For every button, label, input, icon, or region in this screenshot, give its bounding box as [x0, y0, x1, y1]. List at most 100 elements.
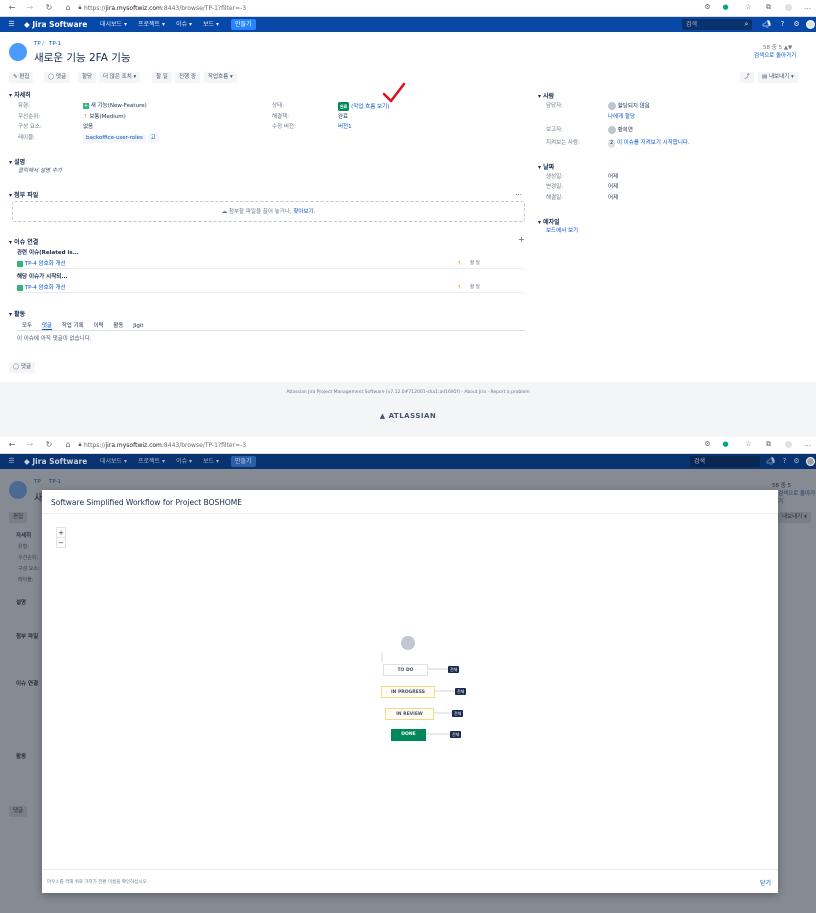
user-avatar[interactable]: [806, 20, 815, 29]
view-on-board-link[interactable]: 보드에서 보기: [546, 227, 578, 236]
nav-issues[interactable]: 이슈 ▾: [176, 456, 192, 467]
dates-heading[interactable]: ▾ 날짜: [538, 162, 554, 171]
collections-icon[interactable]: ⧉: [764, 440, 773, 449]
tab-jigit[interactable]: Jigit: [133, 323, 143, 329]
add-link-icon[interactable]: +: [518, 235, 525, 244]
nav-issues[interactable]: 이슈 ▾: [176, 19, 192, 30]
workflow-state-inreview[interactable]: IN REVIEW: [385, 708, 434, 720]
address-bar[interactable]: https://jira.mysoftwiz.com:8443/browse/T…: [84, 3, 246, 14]
notifications-icon[interactable]: 📣︎: [762, 20, 771, 29]
site-info-icon[interactable]: ⚙: [703, 3, 712, 12]
settings-icon[interactable]: ⚙: [792, 457, 801, 466]
profile-icon[interactable]: [784, 440, 793, 449]
label-tag-extra[interactable]: 고: [147, 134, 159, 143]
add-comment-button[interactable]: ◯ 댓글: [9, 362, 36, 373]
activity-heading[interactable]: ▾ 활동: [9, 309, 25, 318]
zoom-in-button[interactable]: +: [57, 528, 65, 538]
workflow-button[interactable]: 작업흐름 ▾: [204, 72, 237, 83]
create-button[interactable]: 만들기: [231, 19, 256, 30]
home-icon[interactable]: ⌂: [63, 440, 73, 450]
assign-to-me-link[interactable]: 나에게 할당: [608, 113, 635, 122]
linked-issue-link[interactable]: TP-4 암호화 개선: [25, 285, 66, 291]
browse-link[interactable]: 찾아보기.: [293, 209, 315, 215]
tab-all[interactable]: 모두: [22, 323, 32, 329]
footer-about-link[interactable]: About Jira: [464, 390, 486, 395]
tab-worklog[interactable]: 작업 기록: [62, 323, 84, 329]
profile-icon[interactable]: [784, 3, 793, 12]
nav-boards[interactable]: 보드 ▾: [203, 19, 219, 30]
app-switcher-icon[interactable]: ☰: [7, 20, 16, 29]
tab-history[interactable]: 이력: [94, 323, 104, 329]
help-icon[interactable]: ?: [780, 457, 789, 466]
fixversion-value[interactable]: 버전1: [338, 123, 352, 132]
collections-icon[interactable]: ⧉: [764, 3, 773, 12]
notifications-icon[interactable]: 📣︎: [766, 457, 775, 466]
back-icon[interactable]: ←: [7, 3, 17, 13]
forward-icon[interactable]: →: [25, 440, 35, 450]
site-info-icon[interactable]: ⚙: [703, 440, 712, 449]
atlassian-logo[interactable]: ▲ ATLASSIAN: [0, 412, 816, 420]
all-transition-todo[interactable]: 전체: [448, 666, 460, 673]
tab-comments[interactable]: 댓글: [41, 323, 52, 330]
reload-icon[interactable]: ↻: [44, 440, 54, 450]
extension-icon[interactable]: ●: [721, 440, 730, 449]
start-watching-link[interactable]: 이 이슈를 지켜보기 시작합니다.: [617, 140, 690, 146]
breadcrumb-key[interactable]: TP-1: [49, 41, 61, 47]
nav-boards[interactable]: 보드 ▾: [203, 456, 219, 467]
nav-dashboard[interactable]: 대시보드 ▾: [100, 456, 127, 467]
export-button[interactable]: ▤ 내보내기 ▾: [758, 72, 798, 83]
all-transition-inprogress[interactable]: 전체: [455, 688, 467, 695]
user-avatar[interactable]: [806, 457, 815, 466]
more-icon[interactable]: …: [803, 3, 812, 12]
help-icon[interactable]: ?: [778, 20, 787, 29]
create-button[interactable]: 만들기: [231, 456, 256, 467]
footer-report-link[interactable]: Report a problem: [490, 390, 529, 395]
zoom-out-button[interactable]: −: [57, 538, 65, 548]
app-switcher-icon[interactable]: ☰: [7, 457, 16, 466]
workflow-state-done[interactable]: DONE: [391, 729, 426, 741]
close-button[interactable]: 닫기: [760, 878, 771, 887]
linked-issue-link[interactable]: TP-4 암호화 개선: [25, 261, 66, 267]
forward-icon[interactable]: →: [25, 3, 35, 13]
nav-dashboard[interactable]: 대시보드 ▾: [100, 19, 127, 30]
settings-icon[interactable]: ⚙: [792, 20, 801, 29]
star-icon[interactable]: ☆: [744, 3, 753, 12]
workflow-state-inprogress[interactable]: IN PROGRESS: [381, 686, 435, 698]
details-heading[interactable]: ▾ 자세히: [9, 90, 31, 99]
extension-icon[interactable]: ●: [721, 3, 730, 12]
link-row-related[interactable]: TP-4 암호화 개선 ↑ 할 일: [17, 259, 525, 269]
project-avatar[interactable]: [9, 43, 27, 61]
description-heading[interactable]: ▾ 설명: [9, 157, 25, 166]
view-workflow-link[interactable]: (작업 흐름 보기): [351, 104, 389, 110]
attachments-more-icon[interactable]: …: [515, 189, 522, 197]
reload-icon[interactable]: ↻: [44, 3, 54, 13]
todo-button[interactable]: 할 일: [152, 72, 172, 83]
more-actions-button[interactable]: 더 많은 조치 ▾: [99, 72, 141, 83]
assign-button[interactable]: 할당: [78, 72, 97, 83]
all-transition-inreview[interactable]: 전체: [452, 710, 464, 717]
links-heading[interactable]: ▾ 이슈 연결: [9, 237, 38, 246]
comment-button[interactable]: ◯ 댓글: [44, 72, 71, 83]
breadcrumb-project[interactable]: TP: [34, 41, 41, 47]
description-placeholder[interactable]: 클릭해서 설명 추가: [18, 167, 62, 176]
attachments-heading[interactable]: ▾ 첨부 파일: [9, 190, 38, 199]
in-progress-button[interactable]: 진행 중: [175, 72, 200, 83]
back-icon[interactable]: ←: [7, 440, 17, 450]
link-row-caused[interactable]: TP-4 암호화 개선 ↑ 할 일: [17, 283, 525, 293]
search-icon[interactable]: ⌕: [742, 20, 751, 29]
jira-logo[interactable]: ◆ Jira Software: [24, 19, 87, 30]
footer-version[interactable]: Atlassian Jira Project Management Softwa…: [286, 390, 460, 395]
star-icon[interactable]: ☆: [744, 440, 753, 449]
nav-projects[interactable]: 프로젝트 ▾: [138, 19, 165, 30]
attachment-dropzone[interactable]: ☁ 첨부할 파일을 끌어 놓거나, 찾아보기.: [12, 201, 525, 222]
back-to-search-link[interactable]: 검색으로 돌아가기: [754, 51, 796, 59]
all-transition-done[interactable]: 전체: [450, 731, 462, 738]
edit-button[interactable]: ✎ 편집: [9, 72, 34, 83]
address-bar[interactable]: https://jira.mysoftwiz.com:8443/browse/T…: [84, 440, 246, 451]
label-tag[interactable]: backoffice-user-roles: [83, 134, 146, 143]
workflow-state-todo[interactable]: TO DO: [383, 664, 428, 676]
home-icon[interactable]: ⌂: [63, 3, 73, 13]
people-heading[interactable]: ▾ 사람: [538, 91, 554, 100]
nav-projects[interactable]: 프로젝트 ▾: [138, 456, 165, 467]
share-button[interactable]: ⤴: [740, 72, 754, 83]
